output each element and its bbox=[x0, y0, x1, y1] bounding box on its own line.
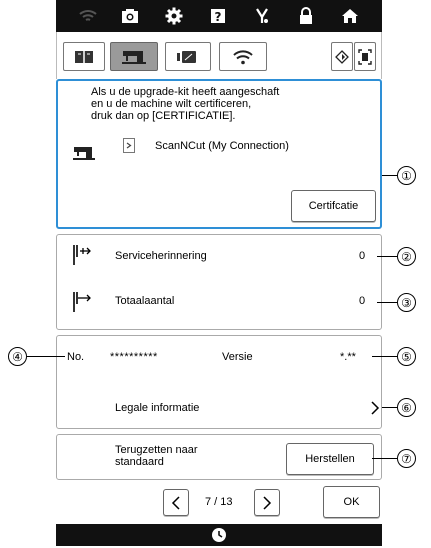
callout-7: ⑦ bbox=[397, 449, 416, 468]
settings-tab-row bbox=[56, 32, 382, 79]
service-reminder-value: 0 bbox=[359, 250, 366, 262]
fullscreen-button[interactable] bbox=[354, 42, 376, 71]
svg-text:?: ? bbox=[215, 10, 222, 24]
callout-line-2 bbox=[377, 256, 397, 257]
certify-button[interactable]: Certifcatie bbox=[291, 190, 376, 222]
prev-page-button[interactable] bbox=[163, 489, 189, 516]
screen-icon bbox=[177, 50, 196, 63]
callout-2: ② bbox=[397, 247, 416, 266]
callout-line-1 bbox=[382, 175, 397, 176]
fullscreen-icon bbox=[358, 48, 372, 65]
callout-line-4 bbox=[27, 356, 65, 357]
machine-icon bbox=[72, 145, 96, 161]
version-value: *.** bbox=[340, 351, 356, 363]
callout-line-3 bbox=[377, 302, 397, 303]
camera-icon[interactable] bbox=[108, 0, 152, 32]
wifi-icon bbox=[233, 49, 253, 64]
diamond-icon bbox=[335, 49, 349, 64]
legal-info-label[interactable]: Legale informatie bbox=[115, 402, 199, 415]
wifi-status-icon[interactable] bbox=[66, 0, 110, 32]
callout-5: ⑤ bbox=[397, 347, 416, 366]
service-panel: Serviceherinnering 0 Totaalaantal 0 bbox=[56, 234, 382, 330]
callout-line-7 bbox=[372, 458, 397, 459]
next-page-button[interactable] bbox=[254, 489, 280, 516]
home-icon[interactable] bbox=[328, 0, 372, 32]
layout-toggle-button[interactable] bbox=[331, 42, 353, 71]
callout-6: ⑥ bbox=[397, 398, 416, 417]
certification-panel: Als u de upgrade-kit heeft aangeschaft e… bbox=[56, 79, 382, 229]
help-icon[interactable]: ? bbox=[196, 0, 240, 32]
lock-icon[interactable] bbox=[284, 0, 328, 32]
tab-book[interactable] bbox=[63, 42, 105, 71]
tab-wireless[interactable] bbox=[219, 42, 267, 71]
kit-item-label: ScanNCut (My Connection) bbox=[155, 140, 289, 152]
stitch-guide-icon[interactable] bbox=[240, 0, 284, 32]
version-label: Versie bbox=[222, 351, 253, 363]
callout-3: ③ bbox=[397, 293, 416, 312]
service-stitch-icon bbox=[72, 243, 92, 267]
reset-panel: Terugzetten naar standaard Herstellen bbox=[56, 434, 382, 480]
machine-number-value: ********** bbox=[110, 351, 158, 363]
reset-label-line2: standaard bbox=[115, 456, 164, 468]
tab-machine[interactable] bbox=[110, 42, 158, 71]
total-count-value: 0 bbox=[359, 295, 366, 307]
clock-icon[interactable] bbox=[211, 527, 227, 543]
page-indicator: 7 / 13 bbox=[205, 496, 233, 508]
chevron-left-icon bbox=[171, 495, 180, 510]
chevron-right-icon[interactable] bbox=[370, 400, 380, 416]
info-panel: No. ********** Versie *.** Legale inform… bbox=[56, 335, 382, 429]
chevron-right-icon bbox=[263, 495, 272, 510]
reset-button[interactable]: Herstellen bbox=[286, 443, 374, 475]
certification-message-line3: druk dan op [CERTIFICATIE]. bbox=[91, 110, 236, 122]
bottom-status-bar bbox=[56, 524, 382, 546]
tab-screen[interactable] bbox=[165, 42, 211, 71]
ok-button[interactable]: OK bbox=[323, 486, 380, 518]
callout-line-5 bbox=[372, 356, 397, 357]
machine-number-label: No. bbox=[67, 351, 85, 363]
machine-icon bbox=[122, 50, 146, 64]
callout-line-6 bbox=[382, 407, 397, 408]
total-count-label: Totaalaantal bbox=[115, 295, 175, 307]
service-reminder-label: Serviceherinnering bbox=[115, 250, 207, 262]
kit-checkbox-icon[interactable] bbox=[123, 138, 135, 153]
settings-gear-icon[interactable] bbox=[152, 0, 196, 32]
book-icon bbox=[75, 50, 93, 63]
total-stitch-icon bbox=[72, 290, 92, 314]
top-navigation-bar: ? bbox=[56, 0, 382, 32]
callout-4: ④ bbox=[8, 347, 27, 366]
callout-1: ① bbox=[397, 166, 416, 185]
